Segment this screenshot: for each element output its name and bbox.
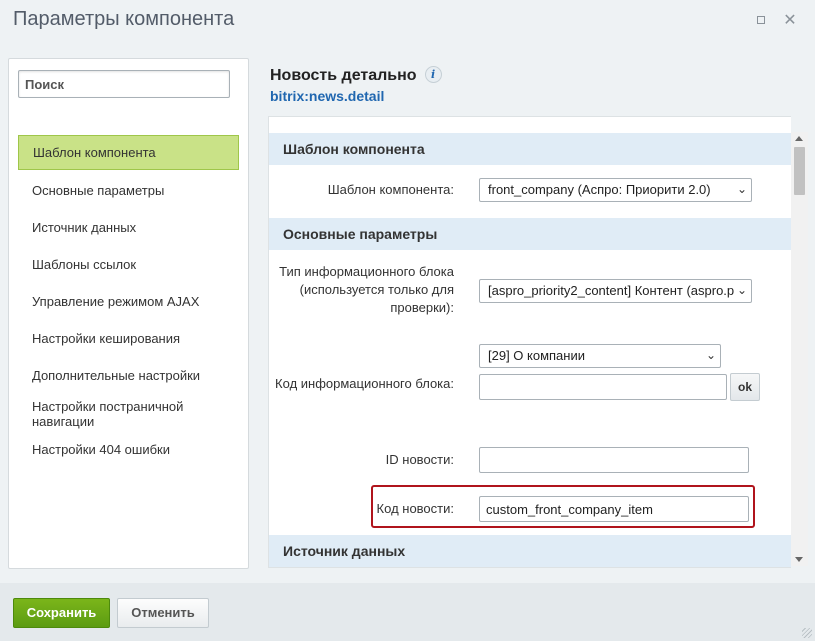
search-input[interactable] bbox=[18, 70, 230, 98]
template-select[interactable]: front_company (Аспро: Приорити 2.0) ⌄ bbox=[479, 178, 752, 202]
sidebar-item-template[interactable]: Шаблон компонента bbox=[18, 135, 239, 170]
sidebar-item-cache[interactable]: Настройки кеширования bbox=[18, 322, 239, 355]
component-header: Новость детально i bitrix:news.detail bbox=[270, 66, 442, 104]
chevron-down-icon: ⌄ bbox=[736, 182, 747, 196]
sidebar-item-pagination[interactable]: Настройки постраничной навигации bbox=[18, 396, 239, 438]
close-button[interactable]: ✕ bbox=[783, 10, 797, 29]
resize-grip-icon[interactable] bbox=[802, 628, 812, 638]
iblock-code-label: Код информационного блока: bbox=[275, 376, 454, 391]
maximize-icon bbox=[757, 16, 765, 24]
sidebar-item-main-params[interactable]: Основные параметры bbox=[18, 174, 239, 207]
dialog-titlebar: Параметры компонента ✕ bbox=[0, 0, 815, 44]
info-icon[interactable]: i bbox=[424, 66, 442, 83]
sidebar-item-additional[interactable]: Дополнительные настройки bbox=[18, 359, 239, 392]
component-title: Новость детально bbox=[270, 67, 417, 84]
iblock-code-select-value: [29] О компании bbox=[488, 348, 585, 363]
sidebar-item-url-templates[interactable]: Шаблоны ссылок bbox=[18, 248, 239, 281]
scroll-down-icon[interactable] bbox=[795, 557, 803, 562]
sidebar-item-data-source[interactable]: Источник данных bbox=[18, 211, 239, 244]
news-id-input[interactable] bbox=[479, 447, 749, 473]
settings-content: Шаблон компонента Шаблон компонента: fro… bbox=[268, 116, 791, 568]
sidebar-item-404[interactable]: Настройки 404 ошибки bbox=[18, 442, 239, 474]
scroll-thumb[interactable] bbox=[794, 147, 805, 195]
section-data-source: Источник данных bbox=[269, 535, 791, 567]
news-code-input[interactable]: custom_front_company_item bbox=[479, 496, 749, 522]
dialog-footer: Сохранить Отменить bbox=[0, 583, 815, 641]
template-label: Шаблон компонента: bbox=[327, 182, 454, 197]
cancel-button[interactable]: Отменить bbox=[117, 598, 209, 628]
sidebar-item-ajax[interactable]: Управление режимом AJAX bbox=[18, 285, 239, 318]
content-scrollbar[interactable] bbox=[791, 132, 808, 566]
iblock-code-input[interactable] bbox=[479, 374, 727, 400]
iblock-type-select[interactable]: [aspro_priority2_content] Контент (aspro… bbox=[479, 279, 752, 303]
maximize-button[interactable] bbox=[754, 13, 768, 27]
iblock-type-label: Тип информационного блока (используется … bbox=[279, 264, 454, 315]
sidebar: Шаблон компонента Основные параметры Ист… bbox=[8, 58, 249, 569]
chevron-down-icon: ⌄ bbox=[736, 283, 747, 297]
section-main-params: Основные параметры bbox=[269, 218, 791, 250]
scroll-up-icon[interactable] bbox=[795, 136, 803, 141]
news-code-label: Код новости: bbox=[376, 501, 454, 516]
news-id-label: ID новости: bbox=[385, 452, 454, 467]
section-template: Шаблон компонента bbox=[269, 133, 791, 165]
save-button[interactable]: Сохранить bbox=[13, 598, 110, 628]
close-icon: ✕ bbox=[783, 10, 797, 29]
template-select-value: front_company (Аспро: Приорити 2.0) bbox=[488, 182, 711, 197]
chevron-down-icon: ⌄ bbox=[705, 348, 716, 362]
iblock-code-select[interactable]: [29] О компании ⌄ bbox=[479, 344, 721, 368]
component-code: bitrix:news.detail bbox=[270, 88, 385, 104]
dialog-title: Параметры компонента bbox=[13, 8, 235, 30]
ok-button[interactable]: ok bbox=[730, 373, 760, 401]
iblock-type-select-value: [aspro_priority2_content] Контент (aspro… bbox=[488, 283, 735, 298]
sidebar-nav: Шаблон компонента Основные параметры Ист… bbox=[18, 135, 239, 478]
